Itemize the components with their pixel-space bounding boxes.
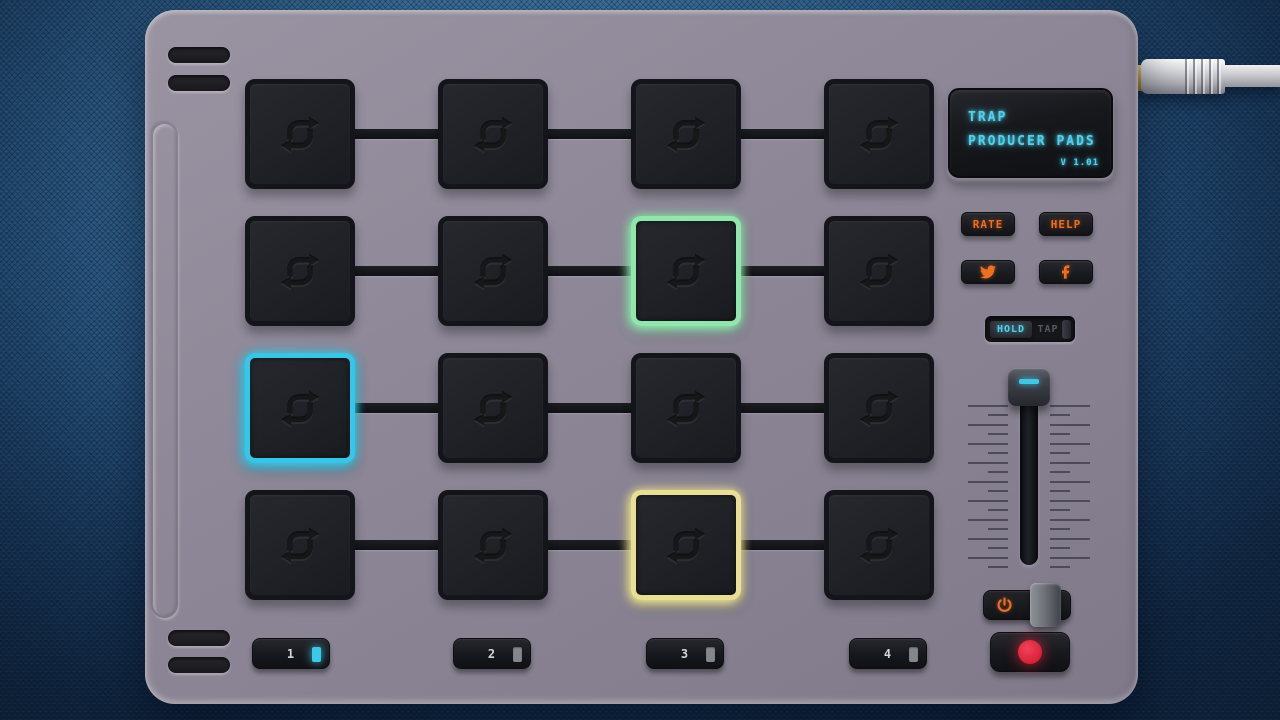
pad-connector	[738, 403, 826, 413]
loop-logo-icon	[666, 253, 706, 291]
toggle-switch-strip	[1062, 320, 1071, 339]
power-switch	[983, 577, 1083, 631]
hold-tap-toggle[interactable]: HOLD TAP	[985, 316, 1075, 342]
pad-connector	[545, 540, 633, 550]
twitter-button[interactable]	[961, 260, 1015, 284]
pad-connector	[545, 129, 633, 139]
bank-label: 2	[487, 646, 497, 661]
fader-ticks-left-short	[988, 397, 1008, 572]
pad-r4-c4[interactable]	[824, 490, 934, 600]
fader-track[interactable]	[1020, 382, 1038, 565]
bank-button-2[interactable]: 2	[453, 638, 531, 669]
twitter-icon	[980, 265, 996, 279]
pad-r4-c2[interactable]	[438, 490, 548, 600]
pad-r2-c3[interactable]	[631, 216, 741, 326]
pad-r4-c3[interactable]	[631, 490, 741, 600]
fader-ticks-right-long	[1050, 388, 1090, 572]
power-switch-knob[interactable]	[1030, 583, 1061, 627]
pad-r1-c4[interactable]	[824, 79, 934, 189]
fader-ticks-left-long	[968, 388, 1008, 572]
pad-connector	[738, 540, 826, 550]
pad-connector	[352, 540, 440, 550]
loop-logo-icon	[666, 390, 706, 428]
loop-logo-icon	[666, 116, 706, 154]
pad-r2-c4[interactable]	[824, 216, 934, 326]
power-icon	[997, 597, 1012, 612]
loop-logo-icon	[859, 253, 899, 291]
loop-logo-icon	[473, 116, 513, 154]
rate-button[interactable]: RATE	[961, 212, 1015, 236]
bank-led	[513, 647, 522, 662]
pad-connector	[352, 129, 440, 139]
cable-wire	[1223, 65, 1280, 87]
facebook-button[interactable]	[1039, 260, 1093, 284]
tap-segment[interactable]: TAP	[1034, 321, 1062, 338]
bank-label: 1	[286, 646, 296, 661]
cable-plug-body	[1141, 59, 1225, 94]
vent-bar	[168, 657, 230, 673]
volume-fader	[968, 366, 1090, 580]
pad-r4-c1[interactable]	[245, 490, 355, 600]
hold-segment[interactable]: HOLD	[990, 321, 1032, 338]
app-stage: TRAP PRODUCER PADS V 1.01 RATE HELP HOLD…	[0, 0, 1280, 720]
pad-r2-c2[interactable]	[438, 216, 548, 326]
left-groove	[151, 122, 178, 618]
bank-button-4[interactable]: 4	[849, 638, 927, 669]
facebook-icon	[1062, 265, 1070, 279]
loop-logo-icon	[280, 527, 320, 565]
pad-connector	[738, 129, 826, 139]
pad-connector	[352, 266, 440, 276]
loop-logo-icon	[280, 390, 320, 428]
loop-logo-icon	[473, 527, 513, 565]
lcd-version: V 1.01	[1060, 158, 1099, 168]
pad-r1-c2[interactable]	[438, 79, 548, 189]
fader-knob[interactable]	[1008, 368, 1050, 406]
vent-bar	[168, 75, 230, 91]
bank-label: 4	[883, 646, 893, 661]
loop-logo-icon	[666, 527, 706, 565]
bank-label: 3	[680, 646, 690, 661]
loop-logo-icon	[859, 390, 899, 428]
record-dot-icon	[1018, 640, 1042, 664]
record-button[interactable]	[990, 632, 1070, 672]
loop-logo-icon	[473, 253, 513, 291]
loop-logo-icon	[473, 390, 513, 428]
loop-logo-icon	[280, 253, 320, 291]
fader-knob-indicator	[1019, 379, 1039, 384]
help-button[interactable]: HELP	[1039, 212, 1093, 236]
bank-led	[706, 647, 715, 662]
device-body: TRAP PRODUCER PADS V 1.01 RATE HELP HOLD…	[145, 10, 1138, 704]
bank-button-3[interactable]: 3	[646, 638, 724, 669]
loop-logo-icon	[859, 527, 899, 565]
pad-r3-c3[interactable]	[631, 353, 741, 463]
cable-plug-ridges	[1185, 59, 1223, 94]
loop-logo-icon	[280, 116, 320, 154]
pad-connector	[545, 266, 633, 276]
pad-r2-c1[interactable]	[245, 216, 355, 326]
lcd-title-line2: PRODUCER PADS	[968, 134, 1096, 149]
pad-connector	[352, 403, 440, 413]
lcd-title-line1: TRAP	[968, 110, 1008, 125]
fader-ticks-right-short	[1050, 397, 1070, 572]
pad-r1-c1[interactable]	[245, 79, 355, 189]
bank-led	[909, 647, 918, 662]
pad-connector	[545, 403, 633, 413]
bank-button-1[interactable]: 1	[252, 638, 330, 669]
lcd-display: TRAP PRODUCER PADS V 1.01	[948, 88, 1113, 178]
bank-led	[312, 647, 321, 662]
pad-r1-c3[interactable]	[631, 79, 741, 189]
pad-r3-c1[interactable]	[245, 353, 355, 463]
pad-r3-c2[interactable]	[438, 353, 548, 463]
pad-connector	[738, 266, 826, 276]
loop-logo-icon	[859, 116, 899, 154]
pad-grid	[245, 79, 935, 601]
vent-bar	[168, 630, 230, 646]
pad-r3-c4[interactable]	[824, 353, 934, 463]
vent-bar	[168, 47, 230, 63]
